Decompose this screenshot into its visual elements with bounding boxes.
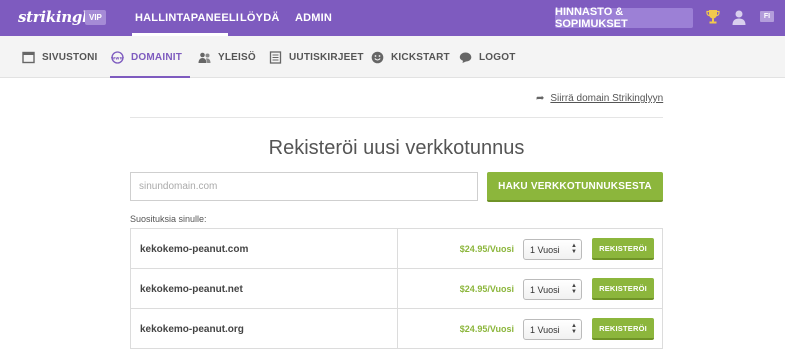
www-globe-icon: www (111, 50, 124, 64)
register-button[interactable]: REKISTERÖI (592, 238, 654, 260)
svg-text:www: www (111, 56, 124, 61)
period-value: 1 Vuosi (530, 244, 560, 255)
divider (130, 117, 663, 118)
column-divider (397, 269, 398, 309)
page-title: Rekisteröi uusi verkkotunnus (268, 137, 525, 159)
updown-arrows-icon: ▲ ▼ (571, 283, 577, 295)
subnav-item-logot[interactable]: LOGOT (459, 36, 516, 78)
user-icon[interactable] (732, 9, 746, 25)
domain-price: $24.95/Vuosi (459, 244, 514, 254)
domain-name: kekokemo-peanut.com (140, 243, 249, 255)
domain-price: $24.95/Vuosi (459, 324, 514, 334)
pricing-button[interactable]: HINNASTO & SOPIMUKSET (555, 6, 693, 30)
subnav-item-domainit[interactable]: www DOMAINIT (111, 36, 182, 78)
suggestions-table: kekokemo-peanut.com $24.95/Vuosi 1 Vuosi… (130, 228, 663, 349)
domain-search-button[interactable]: HAKU VERKKOTUNNUKSESTA (487, 172, 663, 202)
register-button[interactable]: REKISTERÖI (592, 278, 654, 300)
active-tab-indicator (110, 76, 190, 78)
domain-search-input[interactable] (130, 172, 478, 201)
period-select[interactable]: 1 Vuosi ▲ ▼ (523, 239, 582, 260)
transfer-domain-label: Siirrä domain Strikinglyyn (550, 93, 664, 104)
browser-window-icon (22, 51, 35, 63)
subnav-label: LOGOT (479, 51, 516, 63)
column-divider (397, 229, 398, 269)
subnav-label: UUTISKIRJEET (289, 51, 364, 63)
share-arrow-icon: ➦ (536, 93, 545, 104)
subnav-label: DOMAINIT (131, 51, 183, 63)
domain-name: kekokemo-peanut.org (140, 323, 244, 335)
language-switcher[interactable]: FI (760, 11, 774, 22)
transfer-domain-link[interactable]: ➦ Siirrä domain Strikinglyyn (536, 93, 663, 104)
subnav-item-yleiso[interactable]: YLEISÖ (198, 36, 256, 78)
period-select[interactable]: 1 Vuosi ▲ ▼ (523, 279, 582, 300)
vip-badge: VIP (85, 10, 106, 25)
secondary-nav: SIVUSTONI www DOMAINIT YLEISÖ UUTISKIRJE… (0, 36, 785, 78)
period-select[interactable]: 1 Vuosi ▲ ▼ (523, 319, 582, 340)
register-button[interactable]: REKISTERÖI (592, 318, 654, 340)
domain-name: kekokemo-peanut.net (140, 283, 243, 295)
updown-arrows-icon: ▲ ▼ (571, 323, 577, 335)
nav-admin[interactable]: ADMIN (295, 0, 332, 36)
table-row: kekokemo-peanut.com $24.95/Vuosi 1 Vuosi… (131, 229, 662, 269)
period-value: 1 Vuosi (530, 284, 560, 295)
smiley-icon (371, 51, 384, 63)
top-bar: strikingly VIP HALLINTAPANEELI LÖYDÄ ADM… (0, 0, 785, 36)
users-icon (198, 52, 211, 63)
trophy-icon[interactable] (706, 9, 720, 25)
logo-bubble-icon (459, 52, 472, 63)
updown-arrows-icon: ▲ ▼ (571, 243, 577, 255)
period-value: 1 Vuosi (530, 324, 560, 335)
subnav-label: KICKSTART (391, 51, 450, 63)
subnav-label: SIVUSTONI (42, 51, 98, 63)
subnav-item-sivustoni[interactable]: SIVUSTONI (22, 36, 98, 78)
domain-price: $24.95/Vuosi (459, 284, 514, 294)
nav-hallintapaneeli[interactable]: HALLINTAPANEELI (135, 0, 239, 36)
subnav-item-uutiskirjeet[interactable]: UUTISKIRJEET (269, 36, 364, 78)
nav-loyda[interactable]: LÖYDÄ (240, 0, 280, 36)
subnav-label: YLEISÖ (218, 51, 256, 63)
newsletter-icon (269, 50, 282, 64)
table-row: kekokemo-peanut.net $24.95/Vuosi 1 Vuosi… (131, 269, 662, 309)
column-divider (397, 309, 398, 349)
table-row: kekokemo-peanut.org $24.95/Vuosi 1 Vuosi… (131, 309, 662, 349)
suggestions-label: Suosituksia sinulle: (130, 214, 207, 224)
subnav-item-kickstart[interactable]: KICKSTART (371, 36, 450, 78)
